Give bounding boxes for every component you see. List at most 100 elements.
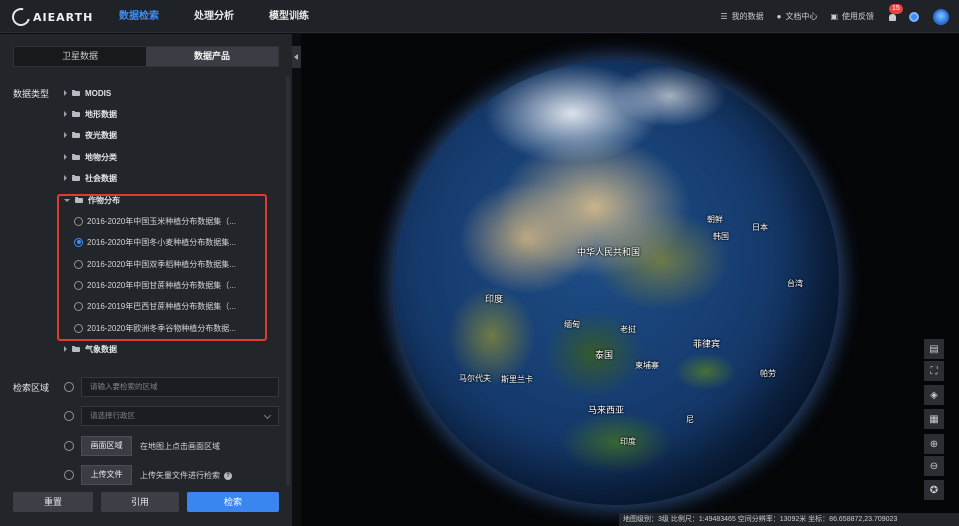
option-label: 2016-2020年中国双季稻种植分布数据集...	[87, 259, 236, 269]
map-label-korea-north: 朝鲜	[707, 215, 723, 224]
option-label: 2016-2020年欧洲冬季谷物种植分布数据...	[87, 323, 236, 333]
grid-icon[interactable]: ▦	[924, 409, 944, 429]
folder-icon	[72, 345, 80, 352]
folder-icon	[72, 174, 80, 181]
upload-file-button[interactable]: 上传文件	[81, 465, 132, 485]
expand-icon	[64, 346, 67, 352]
fullscreen-icon[interactable]: ⛶	[924, 361, 944, 381]
upload-hint-text: 上传矢量文件进行检索	[140, 471, 220, 480]
feedback-link[interactable]: ▣ 使用反馈	[830, 11, 874, 22]
map-view[interactable]: 中华人民共和国 朝鲜 韩国 日本 印度 缅甸 老挝 泰国 柬埔寨 菲律宾 马尔代…	[301, 34, 959, 526]
bell-icon	[889, 13, 896, 21]
draw-area-button[interactable]: 画面区域	[81, 436, 132, 456]
map-label-palau: 帕劳	[760, 369, 776, 378]
map-label-india: 印度	[485, 294, 504, 304]
docs-link[interactable]: ● 文档中心	[777, 11, 818, 22]
panel-scrollbar[interactable]	[286, 76, 290, 486]
region-radio-draw[interactable]	[64, 441, 74, 451]
folder-icon	[72, 110, 80, 117]
compass-icon[interactable]: ✪	[924, 480, 944, 500]
radio-button[interactable]	[74, 280, 83, 290]
folder-icon	[72, 131, 80, 138]
map-label-cambodia: 柬埔寨	[635, 361, 659, 370]
radio-button[interactable]	[74, 216, 83, 226]
cite-button[interactable]: 引用	[101, 492, 179, 512]
logo-text: AIEARTH	[33, 10, 94, 24]
avatar[interactable]	[933, 8, 949, 25]
earth-globe[interactable]	[394, 60, 839, 505]
feedback-icon: ▣	[830, 12, 838, 21]
radio-button[interactable]	[74, 301, 83, 311]
crop-option-6[interactable]: 2016-2020年欧洲冬季谷物种植分布数据...	[74, 321, 236, 335]
notification-badge: 15	[889, 3, 903, 14]
map-label-korea-south: 韩国	[713, 232, 729, 241]
tree-item-modis[interactable]: MODIS	[64, 86, 111, 100]
option-label: 2016-2020年中国冬小麦种植分布数据集...	[87, 237, 236, 247]
folder-icon	[72, 89, 80, 96]
logo[interactable]: AIEARTH	[8, 4, 94, 30]
expand-icon	[64, 111, 67, 117]
crop-option-2[interactable]: 2016-2020年中国冬小麦种植分布数据集...	[74, 235, 236, 249]
crop-option-4[interactable]: 2016-2020年中国甘蔗种植分布数据集（...	[74, 278, 236, 292]
feedback-label: 使用反馈	[842, 12, 874, 21]
region-radio-search[interactable]	[64, 382, 74, 392]
option-label: 2016-2020年中国甘蔗种植分布数据集（...	[87, 280, 236, 290]
map-label-thailand: 泰国	[595, 350, 614, 360]
tree-item-terrain[interactable]: 地形数据	[64, 107, 117, 121]
admin-region-select[interactable]: 请选择行政区	[81, 406, 279, 426]
region-search-input[interactable]: 请输入要检索的区域	[81, 377, 279, 397]
nav-data-search[interactable]: 数据检索	[119, 0, 159, 33]
map-label-laos: 老挝	[620, 325, 636, 334]
tab-satellite-data[interactable]: 卫星数据	[14, 47, 146, 66]
tree-item-label: MODIS	[85, 88, 112, 98]
tree-item-social[interactable]: 社会数据	[64, 171, 117, 185]
upload-hint: 上传矢量文件进行检索?	[140, 470, 232, 481]
option-label: 2016-2020年中国玉米种植分布数据集（...	[87, 216, 236, 226]
region-radio-upload[interactable]	[64, 470, 74, 480]
collapse-panel-button[interactable]	[292, 46, 301, 68]
my-data-label: 我的数据	[731, 12, 764, 21]
map-label-srilanka: 斯里兰卡	[501, 375, 533, 384]
expand-icon	[64, 90, 67, 96]
region-radio-admin[interactable]	[64, 411, 74, 421]
tree-item-label: 气象数据	[85, 344, 117, 354]
reset-button[interactable]: 重置	[13, 492, 93, 512]
folder-icon	[72, 153, 80, 160]
option-label: 2016-2019年巴西甘蔗种植分布数据集（...	[87, 301, 236, 311]
zoom-in-icon[interactable]: ⊕	[924, 434, 944, 454]
zoom-out-icon[interactable]: ⊖	[924, 456, 944, 476]
map-label-philippines: 菲律宾	[693, 339, 721, 349]
my-data-link[interactable]: ☰ 我的数据	[720, 11, 763, 22]
expand-icon	[64, 175, 67, 181]
region-label: 检索区域	[13, 383, 50, 393]
data-tabs: 卫星数据 数据产品	[13, 46, 279, 67]
tree-item-weather[interactable]: 气象数据	[64, 342, 117, 356]
map-label-taiwan: 台湾	[787, 279, 803, 288]
map-label-indonesia: 印度	[620, 437, 636, 446]
database-icon: ☰	[720, 12, 728, 21]
crop-option-3[interactable]: 2016-2020年中国双季稻种植分布数据集...	[74, 257, 236, 271]
tree-item-land-cover[interactable]: 地物分类	[64, 150, 117, 164]
crop-option-1[interactable]: 2016-2020年中国玉米种植分布数据集（...	[74, 214, 236, 228]
globe-switch-icon[interactable]	[909, 11, 919, 22]
tab-data-products[interactable]: 数据产品	[146, 47, 278, 66]
search-button[interactable]: 检索	[187, 492, 279, 512]
map-label-china: 中华人民共和国	[577, 247, 641, 257]
expand-icon	[64, 132, 67, 138]
logo-mark-icon	[8, 4, 34, 30]
nav-model-training[interactable]: 模型训练	[269, 0, 309, 33]
radio-button[interactable]	[74, 259, 83, 269]
tree-item-night-light[interactable]: 夜光数据	[64, 128, 117, 142]
nav-processing[interactable]: 处理分析	[194, 0, 234, 33]
tree-item-label: 地物分类	[85, 152, 117, 162]
map-label-malaysia: 马来西亚	[588, 405, 625, 415]
crop-option-5[interactable]: 2016-2019年巴西甘蔗种植分布数据集（...	[74, 299, 236, 313]
tree-item-label: 社会数据	[85, 173, 117, 183]
layers-icon[interactable]: ◈	[924, 385, 944, 405]
radio-button[interactable]	[74, 237, 83, 247]
radio-button[interactable]	[74, 323, 83, 333]
help-icon[interactable]: ?	[224, 471, 232, 480]
tree-item-label: 夜光数据	[85, 130, 117, 140]
notification-bell[interactable]: 15	[887, 3, 903, 23]
basemap-icon[interactable]: ▤	[924, 339, 944, 359]
